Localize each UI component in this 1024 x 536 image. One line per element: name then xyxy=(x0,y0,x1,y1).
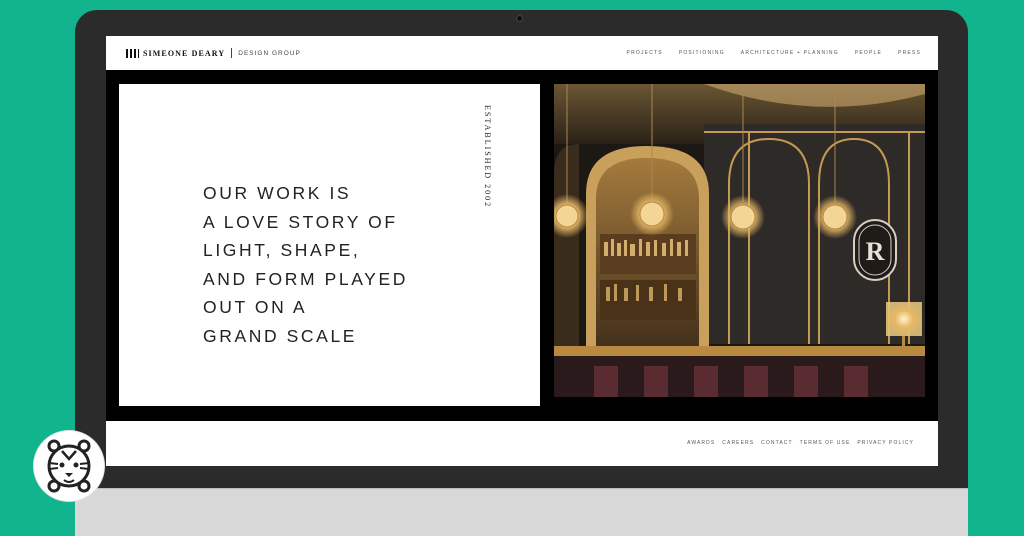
hero-photo: R xyxy=(554,84,925,397)
footer-link-privacy[interactable]: PRIVACY POLICY xyxy=(857,440,914,446)
brand-name: SIMEONE DEARY xyxy=(143,48,226,58)
hero-tagline: OUR WORK IS A LOVE STORY OF LIGHT, SHAPE… xyxy=(203,183,408,346)
hero-text-card: OUR WORK IS A LOVE STORY OF LIGHT, SHAPE… xyxy=(119,84,540,406)
established-label: ESTABLISHED 2002 xyxy=(483,105,492,209)
monitor-chin xyxy=(75,488,968,536)
footer-link-careers[interactable]: CAREERS xyxy=(722,440,754,446)
brand-logo[interactable]: SIMEONE DEARY DESIGN GROUP xyxy=(126,48,301,58)
nav-item-projects[interactable]: PROJECTS xyxy=(627,50,663,56)
footer-link-awards[interactable]: AWARDS xyxy=(687,440,715,446)
monitor-frame: SIMEONE DEARY DESIGN GROUP PROJECTS POSI… xyxy=(75,10,968,536)
website-screen: SIMEONE DEARY DESIGN GROUP PROJECTS POSI… xyxy=(106,36,938,466)
monogram-letter: R xyxy=(866,237,885,266)
bar-interior-image: R xyxy=(554,84,925,397)
site-footer: AWARDS CAREERS CONTACT TERMS OF USE PRIV… xyxy=(106,421,938,466)
tiger-badge xyxy=(34,431,104,501)
footer-link-terms[interactable]: TERMS OF USE xyxy=(800,440,851,446)
nav-item-people[interactable]: PEOPLE xyxy=(855,50,882,56)
nav-item-architecture-planning[interactable]: ARCHITECTURE + PLANNING xyxy=(741,50,839,56)
footer-nav: AWARDS CAREERS CONTACT TERMS OF USE PRIV… xyxy=(687,440,914,446)
building-icon xyxy=(126,48,139,58)
bar-monogram-icon: R xyxy=(853,219,897,281)
tiger-icon xyxy=(47,439,91,493)
nav-item-press[interactable]: PRESS xyxy=(898,50,921,56)
nav-item-positioning[interactable]: POSITIONING xyxy=(679,50,725,56)
webcam-icon xyxy=(516,15,523,22)
site-header: SIMEONE DEARY DESIGN GROUP PROJECTS POSI… xyxy=(106,36,938,70)
footer-link-contact[interactable]: CONTACT xyxy=(761,440,793,446)
brand-divider xyxy=(231,48,233,58)
brand-subtitle: DESIGN GROUP xyxy=(238,49,301,57)
main-nav: PROJECTS POSITIONING ARCHITECTURE + PLAN… xyxy=(627,50,921,56)
